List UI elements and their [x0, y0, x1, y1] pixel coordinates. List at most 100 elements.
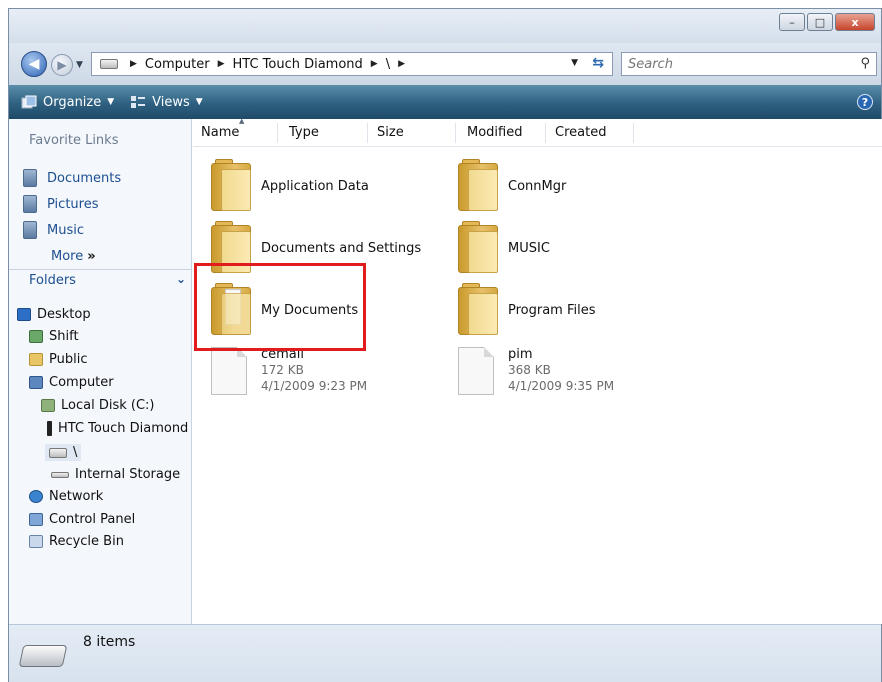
recent-pages-chevron-icon[interactable]: ▼ [76, 60, 83, 70]
favorite-link-label: Documents [47, 170, 122, 186]
breadcrumb-arrow-icon[interactable]: ▶ [371, 59, 378, 69]
favorite-link-label: Music [47, 222, 84, 238]
more-label: More [51, 249, 84, 264]
search-input[interactable] [622, 53, 842, 75]
storage-icon [51, 471, 69, 478]
search-icon[interactable]: ⚲ [860, 56, 870, 71]
file-list: Application Data ConnMgr Documents and S… [193, 147, 882, 624]
folder-item[interactable]: Documents and Settings [203, 221, 433, 277]
column-divider[interactable] [455, 123, 456, 143]
item-date: 4/1/2009 9:23 PM [261, 379, 368, 393]
pictures-icon [23, 195, 37, 213]
organize-label: Organize [43, 94, 102, 110]
column-header-modified[interactable]: Modified [467, 125, 522, 140]
folder-item[interactable]: MUSIC [450, 221, 680, 277]
column-header-created[interactable]: Created [555, 125, 606, 140]
breadcrumb-arrow-icon[interactable]: ▶ [398, 59, 405, 69]
organize-button[interactable]: Organize ▼ [21, 95, 114, 110]
caption-buttons: – □ x [779, 13, 875, 31]
tree-item-internal-storage[interactable]: Internal Storage [51, 467, 180, 482]
refresh-icon[interactable]: ⇆ [592, 55, 604, 71]
folder-item[interactable]: Application Data [203, 159, 433, 215]
chevron-down-icon[interactable]: ⌄ [176, 272, 186, 286]
help-button[interactable]: ? [857, 94, 873, 110]
explorer-window: – □ x ◀ ▶ ▼ ▶ Computer ▶ HTC Touch Diamo… [8, 8, 882, 682]
organize-icon [21, 95, 37, 109]
chevron-down-icon: ▼ [107, 97, 115, 107]
tree-item-network[interactable]: Network [29, 489, 103, 504]
breadcrumb-htc-touch-diamond[interactable]: HTC Touch Diamond [232, 57, 362, 72]
column-divider[interactable] [367, 123, 368, 143]
tree-item-label: Shift [49, 329, 79, 344]
item-size: 172 KB [261, 363, 304, 377]
breadcrumb-arrow-icon[interactable]: ▶ [130, 59, 137, 69]
tree-item-root[interactable]: \ [45, 444, 82, 461]
folders-header[interactable]: Folders ⌄ [9, 269, 192, 291]
column-divider[interactable] [545, 123, 546, 143]
title-bar[interactable]: – □ x [9, 9, 881, 43]
favorite-links-heading: Favorite Links [29, 133, 119, 148]
command-bar: Organize ▼ Views ▼ ? [9, 85, 881, 119]
maximize-button[interactable]: □ [807, 13, 833, 31]
close-button[interactable]: x [835, 13, 875, 31]
breadcrumb-arrow-icon[interactable]: ▶ [218, 59, 225, 69]
minimize-button[interactable]: – [779, 13, 805, 31]
user-folder-icon [29, 330, 43, 343]
music-icon [23, 221, 37, 239]
computer-icon [29, 376, 43, 389]
favorite-link-pictures[interactable]: Pictures [23, 195, 98, 213]
file-item[interactable]: cemail 172 KB 4/1/2009 9:23 PM [203, 345, 433, 401]
phone-icon [47, 421, 52, 436]
folder-item[interactable]: ConnMgr [450, 159, 680, 215]
back-button[interactable]: ◀ [21, 51, 47, 77]
tree-item-local-disk[interactable]: Local Disk (C:) [41, 398, 154, 413]
forward-button[interactable]: ▶ [51, 54, 73, 76]
drive-icon [18, 645, 68, 667]
favorite-link-music[interactable]: Music [23, 221, 84, 239]
tree-item-recycle-bin[interactable]: Recycle Bin [29, 534, 124, 549]
navigation-pane: Favorite Links Documents Pictures Music … [9, 119, 192, 624]
folder-item[interactable]: Program Files [450, 283, 680, 339]
tree-item-desktop[interactable]: Desktop [17, 307, 91, 322]
folder-icon [458, 221, 498, 273]
tree-item-shift[interactable]: Shift [29, 329, 79, 344]
network-icon [29, 490, 43, 503]
tree-item-label: Recycle Bin [49, 534, 124, 549]
folder-icon [458, 283, 498, 335]
favorite-link-documents[interactable]: Documents [23, 169, 121, 187]
file-item[interactable]: pim 368 KB 4/1/2009 9:35 PM [450, 345, 680, 401]
folder-item-my-documents[interactable]: My Documents [203, 283, 433, 339]
column-divider[interactable] [277, 123, 278, 143]
address-history-chevron-icon[interactable]: ▼ [571, 58, 578, 68]
tree-item-computer[interactable]: Computer [29, 375, 114, 390]
sort-ascending-icon: ▲ [239, 117, 245, 125]
search-box[interactable]: ⚲ [621, 52, 877, 76]
more-links[interactable]: More» [51, 249, 96, 264]
tree-item-htc-touch-diamond[interactable]: HTC Touch Diamond [47, 421, 188, 436]
documents-icon [23, 169, 37, 187]
tree-item-label: Internal Storage [75, 467, 181, 482]
folder-icon [211, 221, 251, 273]
tree-item-label: Control Panel [49, 512, 136, 527]
item-name: Program Files [508, 303, 596, 318]
views-button[interactable]: Views ▼ [130, 95, 203, 110]
item-name: Application Data [261, 179, 369, 194]
column-divider[interactable] [633, 123, 634, 143]
column-header-size[interactable]: Size [377, 125, 404, 140]
item-name: ConnMgr [508, 179, 567, 194]
tree-item-public[interactable]: Public [29, 352, 87, 367]
column-header-name[interactable]: Name [201, 125, 239, 140]
tree-item-label: Computer [49, 375, 114, 390]
breadcrumb-root[interactable]: \ [386, 57, 390, 72]
column-header-type[interactable]: Type [289, 125, 319, 140]
double-chevron-icon: » [87, 249, 96, 264]
item-count: 8 items [83, 634, 136, 650]
status-bar: 8 items [9, 624, 881, 682]
address-bar[interactable]: ▶ Computer ▶ HTC Touch Diamond ▶ \ ▶ ▼ ⇆ [91, 52, 613, 76]
item-name: MUSIC [508, 241, 550, 256]
folders-heading: Folders [29, 273, 76, 288]
tree-item-control-panel[interactable]: Control Panel [29, 512, 135, 527]
column-header-bar: Name ▲ Type Size Modified Created [193, 117, 882, 147]
breadcrumb-computer[interactable]: Computer [145, 57, 210, 72]
tree-item-label: \ [73, 445, 78, 460]
